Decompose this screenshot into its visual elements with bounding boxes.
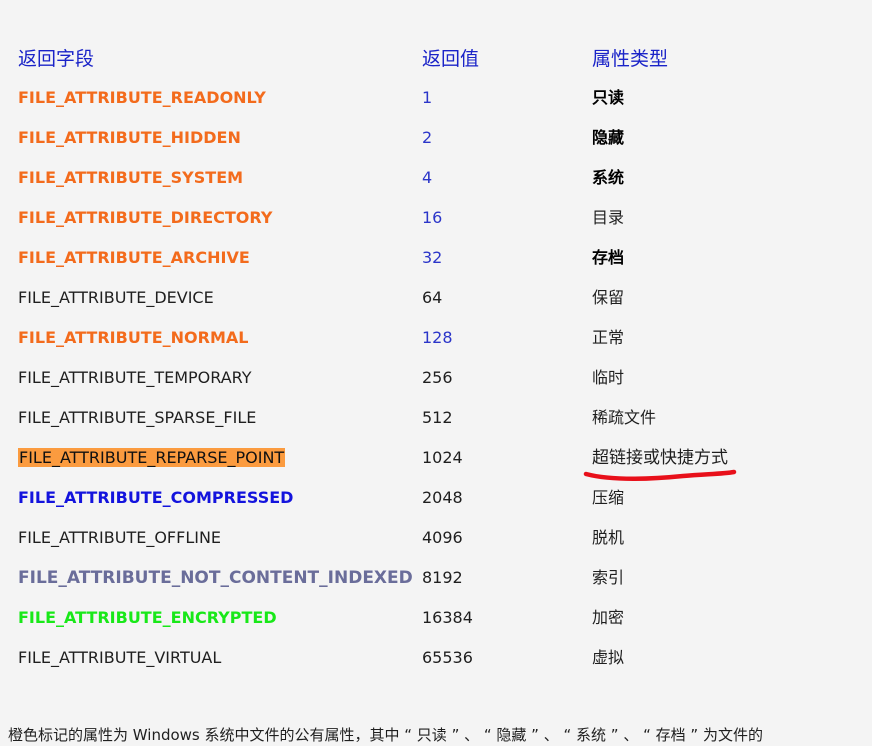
- value-cell: 2048: [422, 488, 463, 507]
- value-cell: 64: [422, 288, 443, 307]
- table-row: FILE_ATTRIBUTE_ENCRYPTED 16384 加密: [18, 598, 872, 638]
- table-row: FILE_ATTRIBUTE_TEMPORARY 256 临时: [18, 358, 872, 398]
- type-cell: 加密: [592, 608, 625, 627]
- value-cell: 256: [422, 368, 453, 387]
- value-cell: 128: [422, 328, 453, 347]
- value-cell: 512: [422, 408, 453, 427]
- type-cell: 稀疏文件: [592, 408, 657, 427]
- value-cell: 2: [422, 128, 433, 147]
- type-cell: 脱机: [592, 528, 625, 547]
- field-cell: FILE_ATTRIBUTE_OFFLINE: [18, 528, 222, 547]
- type-cell: 虚拟: [592, 648, 625, 667]
- header-value: 返回值: [422, 48, 480, 70]
- field-cell: FILE_ATTRIBUTE_NORMAL: [18, 328, 249, 347]
- field-cell: FILE_ATTRIBUTE_DIRECTORY: [18, 208, 273, 227]
- value-cell: 16: [422, 208, 443, 227]
- table-row: FILE_ATTRIBUTE_DIRECTORY 16 目录: [18, 198, 872, 238]
- table-row: FILE_ATTRIBUTE_COMPRESSED 2048 压缩: [18, 478, 872, 518]
- type-cell: 目录: [592, 208, 625, 227]
- field-cell: FILE_ATTRIBUTE_SYSTEM: [18, 168, 244, 187]
- field-cell: FILE_ATTRIBUTE_READONLY: [18, 88, 266, 107]
- table-row: FILE_ATTRIBUTE_VIRTUAL 65536 虚拟: [18, 638, 872, 678]
- type-cell: 压缩: [592, 488, 625, 507]
- field-cell: FILE_ATTRIBUTE_DEVICE: [18, 288, 214, 307]
- field-cell: FILE_ATTRIBUTE_REPARSE_POINT: [18, 438, 286, 478]
- table-row: FILE_ATTRIBUTE_NORMAL 128 正常: [18, 318, 872, 358]
- type-cell: 只读: [592, 88, 625, 107]
- type-cell: 索引: [592, 568, 625, 587]
- field-cell: FILE_ATTRIBUTE_TEMPORARY: [18, 368, 252, 387]
- value-cell: 1: [422, 88, 433, 107]
- type-cell: 系统: [592, 168, 625, 187]
- value-cell: 4096: [422, 528, 463, 547]
- field-cell: FILE_ATTRIBUTE_ENCRYPTED: [18, 608, 277, 627]
- type-cell: 存档: [592, 248, 625, 267]
- footer-note: 橙色标记的属性为 Windows 系统中文件的公有属性，其中 “ 只读 ” 、 …: [8, 726, 763, 744]
- type-cell: 临时: [592, 368, 625, 387]
- value-cell: 32: [422, 248, 443, 267]
- type-cell: 隐藏: [592, 128, 625, 147]
- type-cell: 正常: [592, 328, 625, 347]
- field-cell: FILE_ATTRIBUTE_COMPRESSED: [18, 488, 294, 507]
- field-cell: FILE_ATTRIBUTE_VIRTUAL: [18, 648, 222, 667]
- header-field: 返回字段: [18, 48, 95, 70]
- value-cell: 8192: [422, 568, 463, 587]
- field-cell: FILE_ATTRIBUTE_NOT_CONTENT_INDEXED: [18, 568, 413, 588]
- table-row: FILE_ATTRIBUTE_NOT_CONTENT_INDEXED 8192 …: [18, 558, 872, 598]
- field-cell: FILE_ATTRIBUTE_HIDDEN: [18, 128, 241, 147]
- value-cell: 4: [422, 168, 433, 187]
- value-cell: 65536: [422, 648, 473, 667]
- type-cell: 超链接或快捷方式: [592, 448, 728, 468]
- value-cell: 1024: [422, 448, 463, 467]
- table-row: FILE_ATTRIBUTE_DEVICE 64 保留: [18, 278, 872, 318]
- table-row: FILE_ATTRIBUTE_REPARSE_POINT 1024 超链接或快捷…: [18, 438, 872, 478]
- table-header: 返回字段 返回值 属性类型: [18, 40, 872, 78]
- type-cell: 保留: [592, 288, 625, 307]
- field-cell: FILE_ATTRIBUTE_SPARSE_FILE: [18, 408, 257, 427]
- table-row: FILE_ATTRIBUTE_SYSTEM 4 系统: [18, 158, 872, 198]
- file-attribute-table: 返回字段 返回值 属性类型 FILE_ATTRIBUTE_READONLY 1 …: [18, 40, 872, 678]
- header-type: 属性类型: [592, 48, 669, 70]
- field-cell: FILE_ATTRIBUTE_ARCHIVE: [18, 248, 250, 267]
- table-row: FILE_ATTRIBUTE_SPARSE_FILE 512 稀疏文件: [18, 398, 872, 438]
- table-row: FILE_ATTRIBUTE_READONLY 1 只读: [18, 78, 872, 118]
- table-row: FILE_ATTRIBUTE_ARCHIVE 32 存档: [18, 238, 872, 278]
- table-row: FILE_ATTRIBUTE_HIDDEN 2 隐藏: [18, 118, 872, 158]
- highlighted-field-text: FILE_ATTRIBUTE_REPARSE_POINT: [18, 448, 286, 467]
- table-row: FILE_ATTRIBUTE_OFFLINE 4096 脱机: [18, 518, 872, 558]
- value-cell: 16384: [422, 608, 473, 627]
